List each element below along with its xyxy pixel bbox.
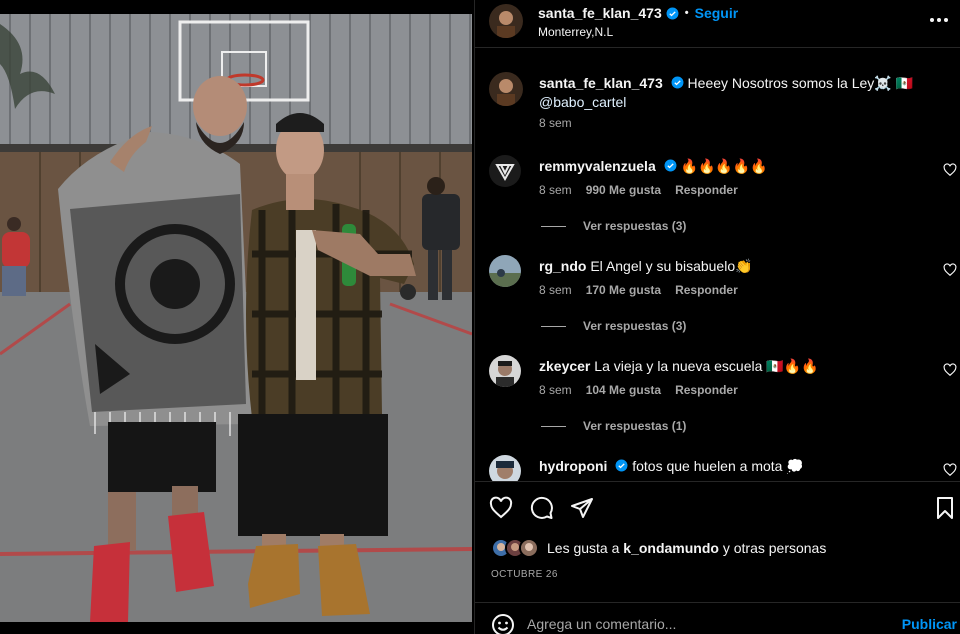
comment-avatar[interactable] (489, 355, 521, 387)
post-details-panel: santa_fe_klan_473 • Seguir Monterrey,N.L… (474, 0, 960, 634)
comment-likes[interactable]: 170 Me gusta (586, 283, 661, 297)
view-replies-button[interactable]: Ver respuestas (3) (541, 319, 686, 333)
post-photo[interactable] (0, 14, 472, 622)
comment-text-line: rg_ndo El Angel y su bisabuelo👏 (539, 257, 919, 275)
comment-text: La vieja y la nueva escuela 🇲🇽🔥🔥 (594, 358, 819, 374)
comment-text: 🔥🔥🔥🔥🔥 (680, 158, 768, 174)
post-header: santa_fe_klan_473 • Seguir Monterrey,N.L (475, 0, 960, 48)
add-comment-bar: Publicar (475, 602, 960, 634)
author-username[interactable]: santa_fe_klan_473 (538, 5, 662, 21)
comment-like-heart-icon[interactable] (943, 363, 957, 377)
likes-prefix: Les gusta a (547, 540, 624, 556)
comment-like-heart-icon[interactable] (943, 163, 957, 177)
post-actions: Les gusta a k_ondamundo y otras personas… (475, 481, 960, 603)
save-bookmark-icon[interactable] (933, 496, 957, 520)
caption-avatar[interactable] (489, 72, 523, 106)
comment-text: fotos que huelen a mota 💭 (632, 458, 804, 474)
verified-badge-icon (666, 7, 679, 19)
like-heart-icon[interactable] (489, 496, 513, 520)
comment-item: hydroponi fotos que huelen a mota 💭 (475, 453, 960, 481)
caption-username[interactable]: santa_fe_klan_473 (539, 75, 663, 91)
comment-meta: 8 sem 104 Me gusta Responder (539, 383, 738, 397)
verified-badge-icon (615, 459, 628, 472)
liker-avatar (519, 538, 539, 558)
replies-line (541, 425, 566, 427)
comment-icon[interactable] (530, 496, 554, 520)
post-location[interactable]: Monterrey,N.L (538, 25, 613, 39)
comment-time[interactable]: 8 sem (539, 283, 572, 297)
comment-likes[interactable]: 990 Me gusta (586, 183, 661, 197)
liker-avatars (491, 538, 539, 558)
caption-text-block: santa_fe_klan_473 Heeey Nosotros somos l… (539, 74, 939, 112)
comment-avatar[interactable] (489, 255, 521, 287)
comment-time[interactable]: 8 sem (539, 383, 572, 397)
comment-time[interactable]: 8 sem (539, 183, 572, 197)
emoji-icon[interactable] (491, 613, 515, 634)
comment-like-heart-icon[interactable] (943, 463, 957, 477)
more-options-icon[interactable] (929, 8, 949, 32)
post-date[interactable]: OCTUBRE 26 (491, 569, 558, 580)
verified-badge-icon (671, 76, 684, 89)
comment-like-heart-icon[interactable] (943, 263, 957, 277)
view-replies-label: Ver respuestas (3) (583, 219, 687, 233)
comment-username[interactable]: remmyvalenzuela (539, 158, 656, 174)
view-replies-button[interactable]: Ver respuestas (1) (541, 419, 686, 433)
replies-line (541, 325, 566, 327)
comment-text: El Angel y su bisabuelo👏 (590, 258, 753, 274)
reply-button[interactable]: Responder (675, 283, 738, 297)
view-replies-label: Ver respuestas (3) (583, 319, 687, 333)
author-avatar[interactable] (489, 4, 523, 38)
likes-suffix: y otras personas (718, 540, 827, 556)
comment-input[interactable] (527, 613, 887, 634)
comment-item: rg_ndo El Angel y su bisabuelo👏 8 sem 17… (475, 253, 960, 353)
caption-mention[interactable]: @babo_cartel (539, 94, 626, 110)
comment-item: zkeycer La vieja y la nueva escuela 🇲🇽🔥🔥… (475, 353, 960, 453)
comment-text-line: zkeycer La vieja y la nueva escuela 🇲🇽🔥🔥 (539, 357, 919, 375)
caption-timestamp[interactable]: 8 sem (539, 116, 572, 130)
follow-button[interactable]: Seguir (695, 5, 739, 21)
comment-username[interactable]: rg_ndo (539, 258, 586, 274)
verified-badge-icon (664, 159, 677, 172)
comments-scroll-area[interactable]: santa_fe_klan_473 Heeey Nosotros somos l… (475, 49, 960, 481)
reply-button[interactable]: Responder (675, 383, 738, 397)
post-photo-illustration (0, 14, 472, 622)
publish-button[interactable]: Publicar (902, 616, 957, 632)
view-replies-button[interactable]: Ver respuestas (3) (541, 219, 686, 233)
comment-username[interactable]: zkeycer (539, 358, 590, 374)
share-icon[interactable] (570, 496, 594, 520)
comment-item: remmyvalenzuela 🔥🔥🔥🔥🔥 8 sem 990 Me gusta… (475, 153, 960, 253)
comment-avatar[interactable] (489, 455, 521, 481)
comment-text-line: hydroponi fotos que huelen a mota 💭 (539, 457, 919, 475)
likes-summary[interactable]: Les gusta a k_ondamundo y otras personas (491, 538, 826, 558)
replies-line (541, 225, 566, 227)
comment-avatar[interactable] (489, 155, 521, 187)
separator-dot: • (684, 7, 689, 19)
reply-button[interactable]: Responder (675, 183, 738, 197)
comment-meta: 8 sem 170 Me gusta Responder (539, 283, 738, 297)
comment-text-line: remmyvalenzuela 🔥🔥🔥🔥🔥 (539, 157, 919, 175)
view-replies-label: Ver respuestas (1) (583, 419, 687, 433)
comment-username[interactable]: hydroponi (539, 458, 607, 474)
caption-text: Heeey Nosotros somos la Ley☠️ 🇲🇽 (687, 75, 914, 91)
comment-meta: 8 sem 990 Me gusta Responder (539, 183, 738, 197)
likes-user[interactable]: k_ondamundo (623, 540, 719, 556)
comment-likes[interactable]: 104 Me gusta (586, 383, 661, 397)
